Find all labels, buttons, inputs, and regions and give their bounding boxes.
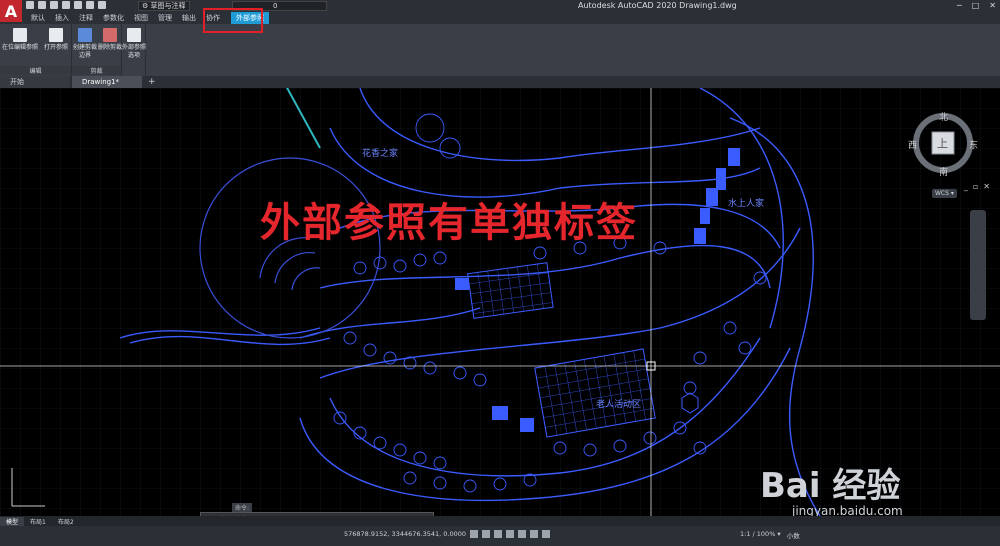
clip-boundary-icon [78, 28, 92, 42]
compass-east[interactable]: 东 [969, 138, 978, 151]
model-space-toggle[interactable] [470, 530, 478, 538]
viewport-minimize-icon[interactable]: _ [964, 182, 968, 191]
wcs-menu[interactable]: WCS ▾ [932, 189, 957, 198]
snap-toggle-icon[interactable] [494, 530, 502, 538]
delete-clip-icon [103, 28, 117, 42]
tab-view[interactable]: 视图 [129, 12, 153, 24]
annotation-text: 外部参照有单独标签 [260, 200, 638, 246]
edit-in-place-button[interactable]: 在位编辑参照 [2, 28, 38, 52]
viewcube[interactable]: 北 南 西 东 上 [908, 110, 978, 178]
window-controls: ─ □ ✕ [957, 1, 996, 10]
viewport-restore-icon[interactable]: ▫ [973, 182, 978, 191]
plan-label-flower: 花香之家 [362, 149, 399, 159]
plan-label-water: 水上人家 [728, 199, 765, 209]
edit-in-place-label: 在位编辑参照 [2, 44, 39, 51]
autocad-logo[interactable]: A [0, 0, 22, 22]
tab-parametric[interactable]: 参数化 [98, 12, 129, 24]
quick-access-toolbar [26, 1, 106, 9]
layout-tabs: 模型 布局1 布局2 [0, 516, 1000, 526]
clip-panel: 创建剪裁边界 删除剪裁 剪裁 [72, 24, 122, 76]
xref-options-button[interactable]: 外部参照选项 [122, 28, 146, 60]
close-icon[interactable]: ✕ [989, 1, 996, 10]
viewcube-top-face[interactable]: 上 [937, 135, 948, 151]
clip-panel-title: 剪裁 [72, 66, 121, 75]
doc-tab-start[interactable]: 开始 [0, 76, 70, 88]
layout-tab-model[interactable]: 模型 [0, 516, 25, 526]
polar-toggle-icon[interactable] [518, 530, 526, 538]
tab-output[interactable]: 输出 [177, 12, 201, 24]
maximize-icon[interactable]: □ [972, 1, 980, 10]
compass-south[interactable]: 南 [939, 165, 948, 178]
ribbon-panel-area: 在位编辑参照 打开参照 编辑 创建剪裁边界 删除剪裁 剪裁 外部参照选项 [0, 24, 1000, 76]
lineweight-toggle-icon[interactable] [542, 530, 550, 538]
grid-toggle-icon[interactable] [482, 530, 490, 538]
new-tab-icon[interactable]: + [148, 77, 156, 87]
annotation-scale[interactable]: 1:1 / 100% ▾ [740, 530, 781, 540]
command-history: 命令: [232, 503, 253, 512]
open-file-icon[interactable] [38, 1, 46, 9]
doc-tab-drawing1[interactable]: Drawing1* [72, 76, 142, 88]
navigation-bar[interactable] [970, 210, 986, 320]
status-toggles [470, 530, 550, 538]
cad-plan-drawing [0, 88, 1000, 516]
minimize-icon[interactable]: ─ [957, 1, 962, 10]
new-file-icon[interactable] [26, 1, 34, 9]
undo-icon[interactable] [86, 1, 94, 9]
ribbon-tabs: 默认 插入 注释 参数化 视图 管理 输出 协作 外部参照 [0, 12, 1000, 24]
drawing-canvas[interactable]: 花香之家 水上人家 老人活动区 _ ▫ ✕ [0, 88, 1000, 516]
delete-clip-label: 删除剪裁 [98, 44, 123, 51]
layer-value: 0 [273, 2, 278, 10]
delete-clip-button[interactable]: 删除剪裁 [98, 28, 122, 52]
print-icon[interactable] [74, 1, 82, 9]
tab-default[interactable]: 默认 [26, 12, 50, 24]
layout-tab-2[interactable]: 布局2 [52, 517, 80, 526]
viewport-close-icon[interactable]: ✕ [983, 182, 990, 191]
tab-manage[interactable]: 管理 [153, 12, 177, 24]
tab-annotate[interactable]: 注释 [74, 12, 98, 24]
compass-north[interactable]: 北 [939, 110, 948, 123]
save-as-icon[interactable] [62, 1, 70, 9]
workspace-label: ⚙ 草图与注释 [142, 2, 186, 10]
compass-west[interactable]: 西 [908, 138, 917, 151]
edit-panel: 在位编辑参照 打开参照 编辑 [0, 24, 72, 76]
highlight-box [203, 8, 263, 33]
xref-options-label: 外部参照选项 [122, 44, 147, 59]
edit-reference-icon [13, 28, 27, 42]
save-icon[interactable] [50, 1, 58, 9]
ortho-toggle-icon[interactable] [506, 530, 514, 538]
workspace-dropdown[interactable]: ⚙ 草图与注释 [138, 1, 190, 11]
create-clip-label: 创建剪裁边界 [72, 44, 97, 59]
options-panel: 外部参照选项 [122, 24, 146, 76]
plan-label-elderly: 老人活动区 [596, 400, 642, 410]
baidu-watermark: Bai 经验 [760, 466, 901, 506]
open-reference-icon [49, 28, 63, 42]
open-reference-button[interactable]: 打开参照 [38, 28, 74, 52]
units-setting[interactable]: 小数 [787, 530, 800, 540]
status-right: 1:1 / 100% ▾ 小数 [740, 530, 800, 540]
osnap-toggle-icon[interactable] [530, 530, 538, 538]
xref-options-icon [127, 28, 141, 42]
redo-icon[interactable] [98, 1, 106, 9]
tab-insert[interactable]: 插入 [50, 12, 74, 24]
document-tabs: 开始 Drawing1* + [0, 76, 1000, 88]
open-reference-label: 打开参照 [43, 44, 68, 51]
create-clip-boundary-button[interactable]: 创建剪裁边界 [72, 28, 98, 60]
viewport-controls: _ ▫ ✕ [964, 182, 990, 191]
window-title: Autodesk AutoCAD 2020 Drawing1.dwg [578, 1, 737, 10]
edit-panel-title: 编辑 [0, 66, 71, 75]
coordinate-readout: 576878.9152, 3344676.3541, 0.0000 [344, 530, 466, 538]
layout-tab-1[interactable]: 布局1 [24, 517, 52, 526]
